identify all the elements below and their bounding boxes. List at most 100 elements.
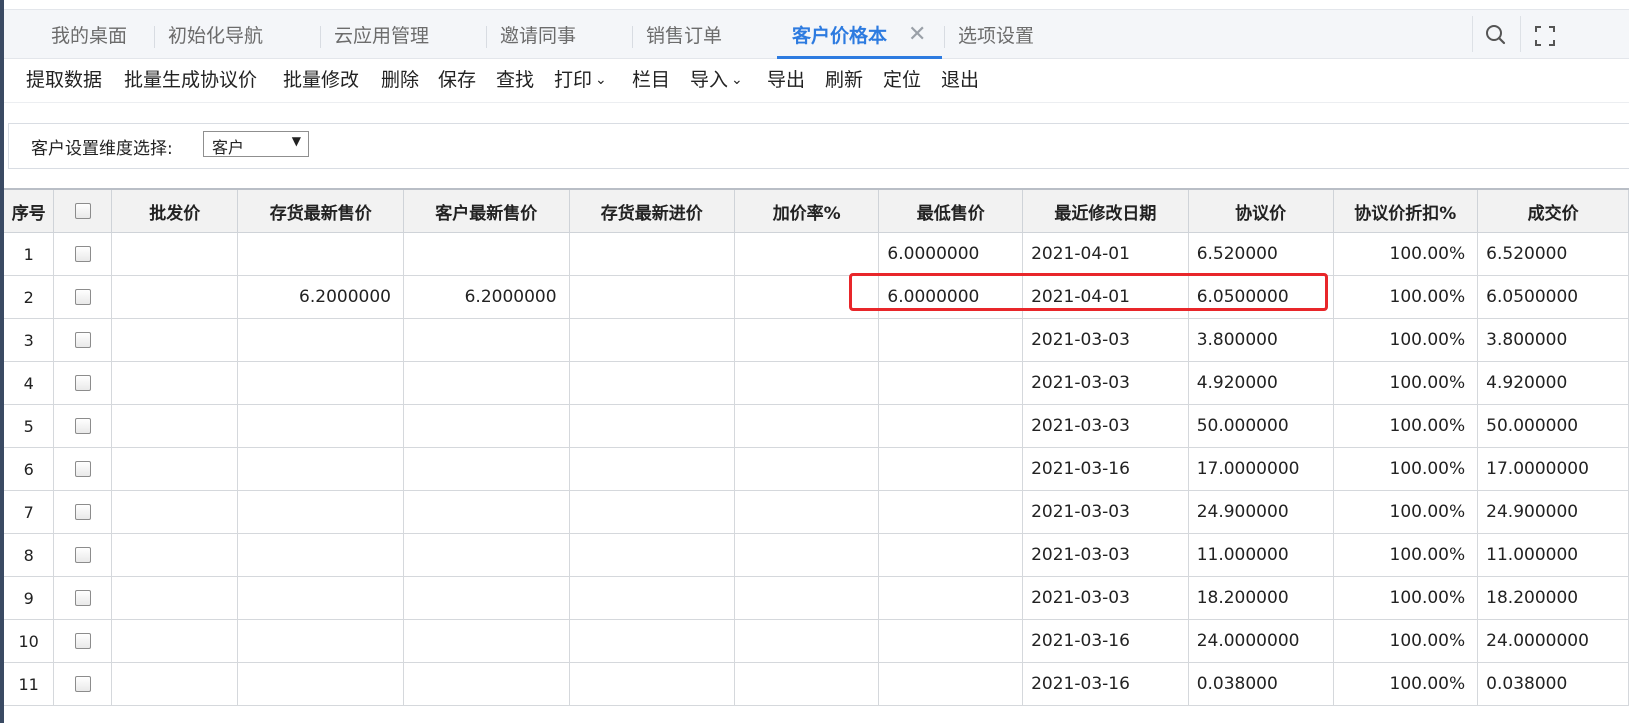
stock-latest-purchase-price-cell[interactable]: [569, 576, 736, 620]
min-sale-price-cell[interactable]: [878, 576, 1024, 620]
stock-latest-purchase-price-cell[interactable]: [569, 619, 736, 663]
agreement-price-cell[interactable]: 6.0500000: [1188, 275, 1334, 319]
min-sale-price-cell[interactable]: [878, 318, 1024, 362]
col-header-wholesale-price[interactable]: 批发价: [111, 189, 239, 233]
stock-latest-sale-price-cell[interactable]: [237, 361, 404, 405]
wholesale-price-cell[interactable]: [111, 361, 239, 405]
wholesale-price-cell[interactable]: [111, 662, 239, 706]
dimension-select[interactable]: 客户 ▼: [203, 131, 309, 157]
row-index-cell[interactable]: 9: [4, 576, 55, 620]
tab-close-icon[interactable]: ✕: [908, 10, 926, 58]
batch-modify-button[interactable]: 批量修改: [283, 58, 359, 102]
deal-price-cell[interactable]: 6.0500000: [1477, 275, 1629, 319]
min-sale-price-cell[interactable]: [878, 662, 1024, 706]
last-modified-date-cell[interactable]: 2021-03-16: [1022, 447, 1189, 491]
last-modified-date-cell[interactable]: 2021-03-03: [1022, 576, 1189, 620]
agreement-discount-cell[interactable]: 100.00%: [1333, 232, 1479, 276]
tab-init-navigation[interactable]: 初始化导航: [168, 10, 263, 58]
fullscreen-icon[interactable]: [1530, 21, 1560, 51]
agreement-price-cell[interactable]: 6.520000: [1188, 232, 1334, 276]
markup-rate-cell[interactable]: [734, 361, 880, 405]
row-index-cell[interactable]: 6: [4, 447, 55, 491]
col-header-last-modified-date[interactable]: 最近修改日期: [1022, 189, 1189, 233]
row-checkbox[interactable]: [74, 633, 91, 649]
stock-latest-sale-price-cell[interactable]: [237, 447, 404, 491]
col-header-deal-price[interactable]: 成交价: [1477, 189, 1629, 233]
row-select-cell[interactable]: [53, 490, 113, 534]
min-sale-price-cell[interactable]: 6.0000000: [878, 232, 1024, 276]
stock-latest-sale-price-cell[interactable]: [237, 318, 404, 362]
deal-price-cell[interactable]: 6.520000: [1477, 232, 1629, 276]
tab-cloud-app-management[interactable]: 云应用管理: [334, 10, 429, 58]
row-select-cell[interactable]: [53, 404, 113, 448]
table-row[interactable]: 5 2021-03-03 50.000000 100.00% 50.000000: [4, 404, 1629, 448]
customer-latest-sale-price-cell[interactable]: [403, 232, 570, 276]
col-header-stock-latest-purchase-price[interactable]: 存货最新进价: [569, 189, 736, 233]
row-select-cell[interactable]: [53, 361, 113, 405]
table-row[interactable]: 7 2021-03-03 24.900000 100.00% 24.900000: [4, 490, 1629, 534]
table-row[interactable]: 8 2021-03-03 11.000000 100.00% 11.000000: [4, 533, 1629, 577]
col-header-agreement-price[interactable]: 协议价: [1188, 189, 1334, 233]
customer-latest-sale-price-cell[interactable]: [403, 533, 570, 577]
wholesale-price-cell[interactable]: [111, 404, 239, 448]
markup-rate-cell[interactable]: [734, 447, 880, 491]
deal-price-cell[interactable]: 0.038000: [1477, 662, 1629, 706]
deal-price-cell[interactable]: 24.0000000: [1477, 619, 1629, 663]
min-sale-price-cell[interactable]: [878, 619, 1024, 663]
stock-latest-purchase-price-cell[interactable]: [569, 318, 736, 362]
find-button[interactable]: 查找: [496, 58, 534, 102]
agreement-discount-cell[interactable]: 100.00%: [1333, 404, 1479, 448]
row-index-cell[interactable]: 8: [4, 533, 55, 577]
row-index-cell[interactable]: 3: [4, 318, 55, 362]
tab-sales-order[interactable]: 销售订单: [646, 10, 722, 58]
deal-price-cell[interactable]: 24.900000: [1477, 490, 1629, 534]
col-header-markup-rate[interactable]: 加价率%: [734, 189, 880, 233]
row-checkbox[interactable]: [74, 504, 91, 520]
markup-rate-cell[interactable]: [734, 232, 880, 276]
col-header-index[interactable]: 序号: [4, 189, 55, 233]
stock-latest-sale-price-cell[interactable]: [237, 619, 404, 663]
wholesale-price-cell[interactable]: [111, 490, 239, 534]
col-header-customer-latest-sale-price[interactable]: 客户最新售价: [403, 189, 570, 233]
extract-data-button[interactable]: 提取数据: [26, 58, 102, 102]
stock-latest-sale-price-cell[interactable]: [237, 404, 404, 448]
stock-latest-purchase-price-cell[interactable]: [569, 490, 736, 534]
row-select-cell[interactable]: [53, 318, 113, 362]
agreement-discount-cell[interactable]: 100.00%: [1333, 490, 1479, 534]
customer-latest-sale-price-cell[interactable]: [403, 447, 570, 491]
row-select-cell[interactable]: [53, 533, 113, 577]
deal-price-cell[interactable]: 4.920000: [1477, 361, 1629, 405]
agreement-discount-cell[interactable]: 100.00%: [1333, 447, 1479, 491]
row-index-cell[interactable]: 1: [4, 232, 55, 276]
deal-price-cell[interactable]: 11.000000: [1477, 533, 1629, 577]
last-modified-date-cell[interactable]: 2021-03-03: [1022, 533, 1189, 577]
markup-rate-cell[interactable]: [734, 533, 880, 577]
row-select-cell[interactable]: [53, 662, 113, 706]
stock-latest-purchase-price-cell[interactable]: [569, 275, 736, 319]
table-row[interactable]: 2 6.2000000 6.2000000 6.0000000 2021-04-01 6.…: [4, 275, 1629, 319]
stock-latest-purchase-price-cell[interactable]: [569, 232, 736, 276]
stock-latest-purchase-price-cell[interactable]: [569, 533, 736, 577]
stock-latest-sale-price-cell[interactable]: [237, 490, 404, 534]
tab-options-settings[interactable]: 选项设置: [958, 10, 1034, 58]
markup-rate-cell[interactable]: [734, 404, 880, 448]
last-modified-date-cell[interactable]: 2021-03-16: [1022, 619, 1189, 663]
row-checkbox[interactable]: [74, 332, 91, 348]
markup-rate-cell[interactable]: [734, 576, 880, 620]
save-button[interactable]: 保存: [438, 58, 476, 102]
stock-latest-purchase-price-cell[interactable]: [569, 447, 736, 491]
row-index-cell[interactable]: 2: [4, 275, 55, 319]
table-row[interactable]: 9 2021-03-03 18.200000 100.00% 18.200000: [4, 576, 1629, 620]
customer-latest-sale-price-cell[interactable]: [403, 404, 570, 448]
markup-rate-cell[interactable]: [734, 619, 880, 663]
row-checkbox[interactable]: [74, 676, 91, 692]
row-checkbox[interactable]: [74, 590, 91, 606]
min-sale-price-cell[interactable]: [878, 533, 1024, 577]
wholesale-price-cell[interactable]: [111, 232, 239, 276]
min-sale-price-cell[interactable]: [878, 404, 1024, 448]
last-modified-date-cell[interactable]: 2021-03-03: [1022, 404, 1189, 448]
row-index-cell[interactable]: 11: [4, 662, 55, 706]
agreement-price-cell[interactable]: 24.0000000: [1188, 619, 1334, 663]
print-button[interactable]: 打印 ⌄: [554, 58, 607, 102]
row-select-cell[interactable]: [53, 447, 113, 491]
